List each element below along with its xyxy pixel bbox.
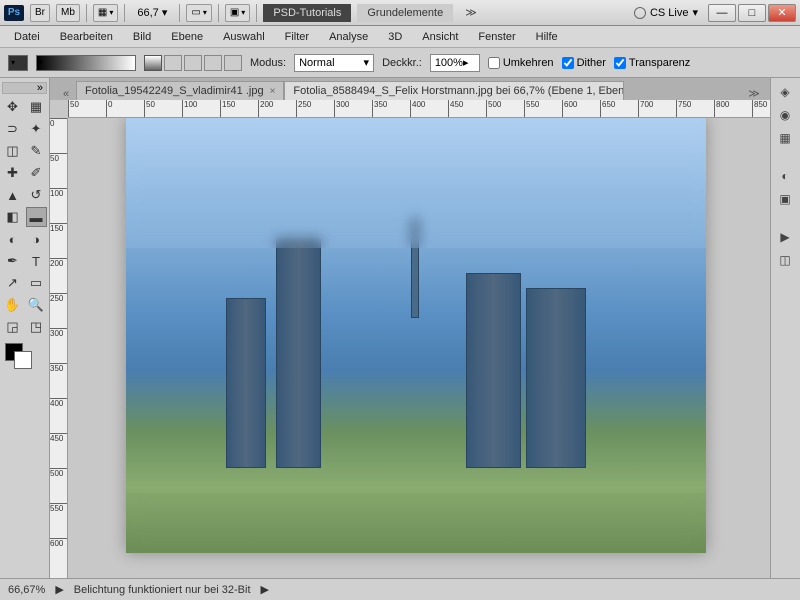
tab-scroll-right-icon[interactable]: ≫	[744, 87, 764, 100]
tool-marquee[interactable]: ▦	[26, 97, 47, 117]
tool-type[interactable]: T	[26, 251, 47, 271]
menu-datei[interactable]: Datei	[4, 28, 50, 46]
tool-preset-picker[interactable]	[8, 55, 28, 71]
tool-move[interactable]: ✥	[2, 97, 23, 117]
photoshop-icon[interactable]: Ps	[4, 5, 24, 21]
ruler-horizontal[interactable]: 5005010015020025030035040045050055060065…	[68, 100, 770, 118]
gradient-linear-icon[interactable]	[144, 55, 162, 71]
panel-color-icon[interactable]: ◉	[773, 105, 797, 125]
options-bar: Modus: Normal▾ Deckkr.: 100% ▸ Umkehren …	[0, 48, 800, 78]
panel-mask-icon[interactable]: ▣	[773, 189, 797, 209]
minimize-button[interactable]: —	[708, 4, 736, 22]
dither-checkbox[interactable]: Dither	[562, 57, 606, 69]
panel-layers-icon[interactable]: ◈	[773, 82, 797, 102]
gradient-type-group	[144, 55, 242, 71]
menu-bearbeiten[interactable]: Bearbeiten	[50, 28, 123, 46]
gradient-diamond-icon[interactable]	[224, 55, 242, 71]
opacity-input[interactable]: 100% ▸	[430, 54, 480, 72]
tool-brush[interactable]: ✐	[26, 163, 47, 183]
panel-adjust-icon[interactable]: ◐	[773, 166, 797, 186]
status-arrow-icon[interactable]: ▶	[55, 583, 63, 596]
background-color[interactable]	[14, 351, 32, 369]
panel-swatch-icon[interactable]: ▦	[773, 128, 797, 148]
tool-pen[interactable]: ✒	[2, 251, 23, 271]
ruler-vertical[interactable]: 050100150200250300350400450500550600	[50, 118, 68, 578]
tool-3d[interactable]: ◲	[2, 317, 23, 337]
cs-live-button[interactable]: CS Live ▾	[634, 6, 698, 19]
menu-ebene[interactable]: Ebene	[161, 28, 213, 46]
tool-crop[interactable]: ◫	[2, 141, 23, 161]
tool-zoom[interactable]: 🔍	[26, 295, 47, 315]
tool-stamp[interactable]: ▲	[2, 185, 23, 205]
document-tab[interactable]: Fotolia_19542249_S_vladimir41 .jpg×	[76, 81, 284, 100]
close-button[interactable]: ✕	[768, 4, 796, 22]
tool-shape[interactable]: ▭	[26, 273, 47, 293]
tool-hand[interactable]: ✋	[2, 295, 23, 315]
mode-label: Modus:	[250, 57, 286, 69]
canvas[interactable]	[68, 118, 770, 578]
screen-mode-icon[interactable]: ▣	[225, 4, 250, 22]
menu-hilfe[interactable]: Hilfe	[526, 28, 568, 46]
panel-play-icon[interactable]: ▶	[773, 227, 797, 247]
gradient-reflected-icon[interactable]	[204, 55, 222, 71]
status-arrow2-icon[interactable]: ▶	[261, 583, 269, 596]
tool-gradient[interactable]: ▬	[26, 207, 47, 227]
color-wells[interactable]	[2, 343, 42, 373]
tool-lasso[interactable]: ⊃	[2, 119, 23, 139]
tool-heal[interactable]: ✚	[2, 163, 23, 183]
tool-path[interactable]: ↗	[2, 273, 23, 293]
toolbox: » ✥▦⊃✦◫✎✚✐▲↺◧▬◐◑✒T↗▭✋🔍◲◳	[0, 78, 50, 578]
tool-3dcam[interactable]: ◳	[26, 317, 47, 337]
gradient-picker[interactable]	[36, 55, 136, 71]
maximize-button[interactable]: □	[738, 4, 766, 22]
mode-select[interactable]: Normal▾	[294, 54, 374, 72]
panel-dock: ◈ ◉ ▦ ◐ ▣ ▶ ◫	[770, 78, 800, 578]
menu-3d[interactable]: 3D	[378, 28, 412, 46]
tool-wand[interactable]: ✦	[26, 119, 47, 139]
tab-scroll-left-icon[interactable]: «	[56, 88, 76, 100]
document-tab[interactable]: Fotolia_8588494_S_Felix Horstmann.jpg be…	[284, 81, 624, 100]
menu-analyse[interactable]: Analyse	[319, 28, 378, 46]
gradient-angle-icon[interactable]	[184, 55, 202, 71]
workspace-tab-grundelemente[interactable]: Grundelemente	[357, 4, 453, 22]
close-tab-icon[interactable]: ×	[270, 86, 276, 97]
panel-history2-icon[interactable]: ◫	[773, 250, 797, 270]
transparency-checkbox[interactable]: Transparenz	[614, 57, 690, 69]
bridge-button[interactable]: Br	[30, 4, 50, 22]
menu-auswahl[interactable]: Auswahl	[213, 28, 275, 46]
tool-dodge[interactable]: ◑	[26, 229, 47, 249]
document-image[interactable]	[126, 118, 706, 553]
reverse-checkbox[interactable]: Umkehren	[488, 57, 554, 69]
tool-eraser[interactable]: ◧	[2, 207, 23, 227]
opacity-label: Deckkr.:	[382, 57, 422, 69]
zoom-display[interactable]: 66,7 ▾	[131, 4, 173, 21]
more-workspaces-icon[interactable]: ≫	[459, 6, 483, 19]
tool-history[interactable]: ↺	[26, 185, 47, 205]
gradient-radial-icon[interactable]	[164, 55, 182, 71]
minibridge-button[interactable]: Mb	[56, 4, 80, 22]
titlebar: Ps Br Mb ▦ 66,7 ▾ ▭ ▣ PSD-Tutorials Grun…	[0, 0, 800, 26]
toolbox-collapse-icon[interactable]: »	[2, 82, 47, 94]
tool-blur[interactable]: ◐	[2, 229, 23, 249]
menu-filter[interactable]: Filter	[275, 28, 319, 46]
document-tabs: « Fotolia_19542249_S_vladimir41 .jpg×Fot…	[50, 78, 770, 100]
menubar: DateiBearbeitenBildEbeneAuswahlFilterAna…	[0, 26, 800, 48]
workspace-tab-tutorials[interactable]: PSD-Tutorials	[263, 4, 351, 22]
status-info: Belichtung funktioniert nur bei 32-Bit	[74, 584, 251, 596]
view-menu-icon[interactable]: ▦	[93, 4, 118, 22]
arrange-icon[interactable]: ▭	[186, 4, 211, 22]
status-zoom[interactable]: 66,67%	[8, 584, 45, 596]
menu-ansicht[interactable]: Ansicht	[412, 28, 468, 46]
tool-eyedropper[interactable]: ✎	[26, 141, 47, 161]
menu-bild[interactable]: Bild	[123, 28, 161, 46]
menu-fenster[interactable]: Fenster	[468, 28, 525, 46]
statusbar: 66,67% ▶ Belichtung funktioniert nur bei…	[0, 578, 800, 600]
